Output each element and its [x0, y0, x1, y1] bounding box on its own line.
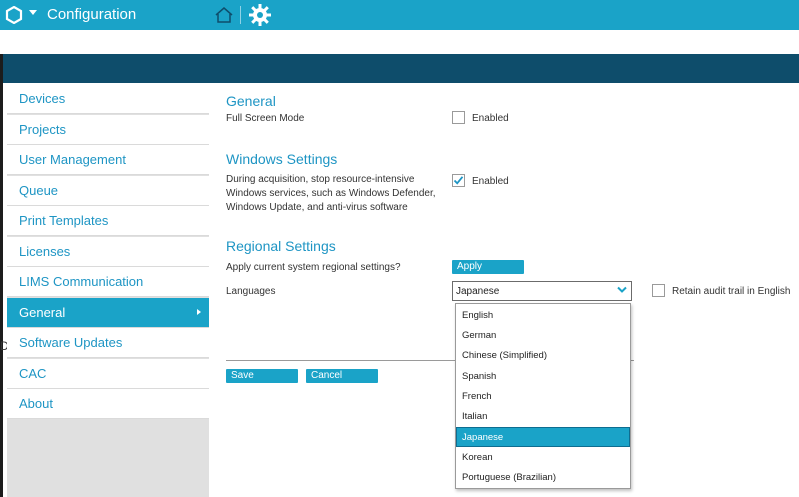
- retain-audit-trail-checkbox[interactable]: [652, 284, 665, 297]
- sidebar-item-label: Print Templates: [19, 213, 109, 228]
- sidebar-item-label: Licenses: [19, 244, 71, 259]
- language-select-value: Japanese: [456, 286, 500, 297]
- sidebar-item-label: Queue: [19, 183, 59, 198]
- language-dropdown-list: English German Chinese (Simplified) Span…: [455, 303, 631, 489]
- general-heading: General: [226, 93, 276, 109]
- sidebar-item-general[interactable]: General: [7, 298, 209, 328]
- sidebar-item-user-management[interactable]: User Management: [7, 145, 209, 175]
- language-option-italian[interactable]: Italian: [456, 406, 630, 426]
- sidebar-item-software-updates[interactable]: Software Updates: [7, 328, 209, 358]
- app-title: Configuration: [47, 6, 137, 23]
- option-label: Japanese: [462, 432, 504, 443]
- menu-caret-icon[interactable]: [29, 10, 37, 15]
- sidebar-item-cac[interactable]: CAC: [7, 359, 209, 389]
- sidebar-item-queue[interactable]: Queue: [7, 176, 209, 206]
- full-screen-checkbox-label: Enabled: [472, 113, 509, 124]
- full-screen-label: Full Screen Mode: [226, 113, 305, 124]
- windows-settings-heading: Windows Settings: [226, 151, 338, 167]
- sidebar-item-projects[interactable]: Projects: [7, 115, 209, 145]
- sidebar-item-label: Software Updates: [19, 335, 123, 350]
- language-option-japanese[interactable]: Japanese: [456, 427, 630, 447]
- windows-services-checkbox-label: Enabled: [472, 176, 509, 187]
- sidebar-item-label: About: [19, 396, 53, 411]
- full-screen-checkbox[interactable]: [452, 111, 465, 124]
- option-label: English: [462, 310, 494, 321]
- sidebar-item-devices[interactable]: Devices: [7, 84, 209, 114]
- option-label: Italian: [462, 411, 488, 422]
- home-icon[interactable]: [214, 5, 234, 25]
- windows-services-checkbox[interactable]: [452, 174, 465, 187]
- toolbar-separator: [240, 6, 241, 24]
- languages-label: Languages: [226, 286, 276, 297]
- option-label: Chinese (Simplified): [462, 350, 548, 361]
- sidebar-item-lims-communication[interactable]: LIMS Communication: [7, 267, 209, 297]
- language-option-portuguese-brazilian[interactable]: Portuguese (Brazilian): [456, 467, 630, 487]
- language-option-english[interactable]: English: [456, 305, 630, 325]
- header-band: [3, 54, 799, 83]
- windows-settings-description-line-2: Windows services, such as Windows Defend…: [226, 188, 436, 199]
- option-label: German: [462, 330, 497, 341]
- option-label: Korean: [462, 452, 493, 463]
- language-option-german[interactable]: German: [456, 325, 630, 345]
- language-option-spanish[interactable]: Spanish: [456, 366, 630, 386]
- sidebar-item-label: LIMS Communication: [19, 274, 144, 289]
- sidebar-item-label: Projects: [19, 122, 66, 137]
- sidebar-item-label: User Management: [19, 152, 126, 167]
- gear-icon[interactable]: [248, 3, 272, 27]
- sidebar-item-about[interactable]: About: [7, 389, 209, 419]
- save-button[interactable]: Save: [226, 369, 298, 383]
- regional-settings-heading: Regional Settings: [226, 238, 336, 254]
- hexagon-logo-icon[interactable]: [5, 6, 23, 24]
- language-select[interactable]: Japanese: [452, 281, 632, 301]
- sidebar-item-label: Devices: [19, 91, 66, 106]
- language-option-korean[interactable]: Korean: [456, 447, 630, 467]
- left-edge-strip: [0, 54, 3, 497]
- language-option-chinese-simplified[interactable]: Chinese (Simplified): [456, 345, 630, 365]
- title-bar: Configuration: [0, 0, 799, 30]
- sidebar-item-label: CAC: [19, 366, 47, 381]
- apply-button[interactable]: Apply: [452, 260, 524, 274]
- checkmark-icon: [453, 176, 464, 185]
- sidebar-item-licenses[interactable]: Licenses: [7, 237, 209, 267]
- sidebar: Devices Projects User Management Queue P…: [7, 84, 209, 497]
- chevron-right-icon: [197, 309, 201, 315]
- option-label: French: [462, 391, 492, 402]
- windows-settings-description-line-1: During acquisition, stop resource-intens…: [226, 174, 415, 185]
- chevron-down-icon: [617, 286, 627, 293]
- windows-settings-description-line-3: Windows Update, and anti-virus software: [226, 202, 408, 213]
- cancel-button[interactable]: Cancel: [306, 369, 378, 383]
- apply-regional-label: Apply current system regional settings?: [226, 262, 401, 273]
- option-label: Portuguese (Brazilian): [462, 472, 556, 483]
- option-label: Spanish: [462, 371, 497, 382]
- sidebar-item-label: General: [19, 305, 66, 320]
- retain-audit-trail-label: Retain audit trail in English: [672, 286, 791, 297]
- language-option-french[interactable]: French: [456, 386, 630, 406]
- sidebar-item-print-templates[interactable]: Print Templates: [7, 206, 209, 236]
